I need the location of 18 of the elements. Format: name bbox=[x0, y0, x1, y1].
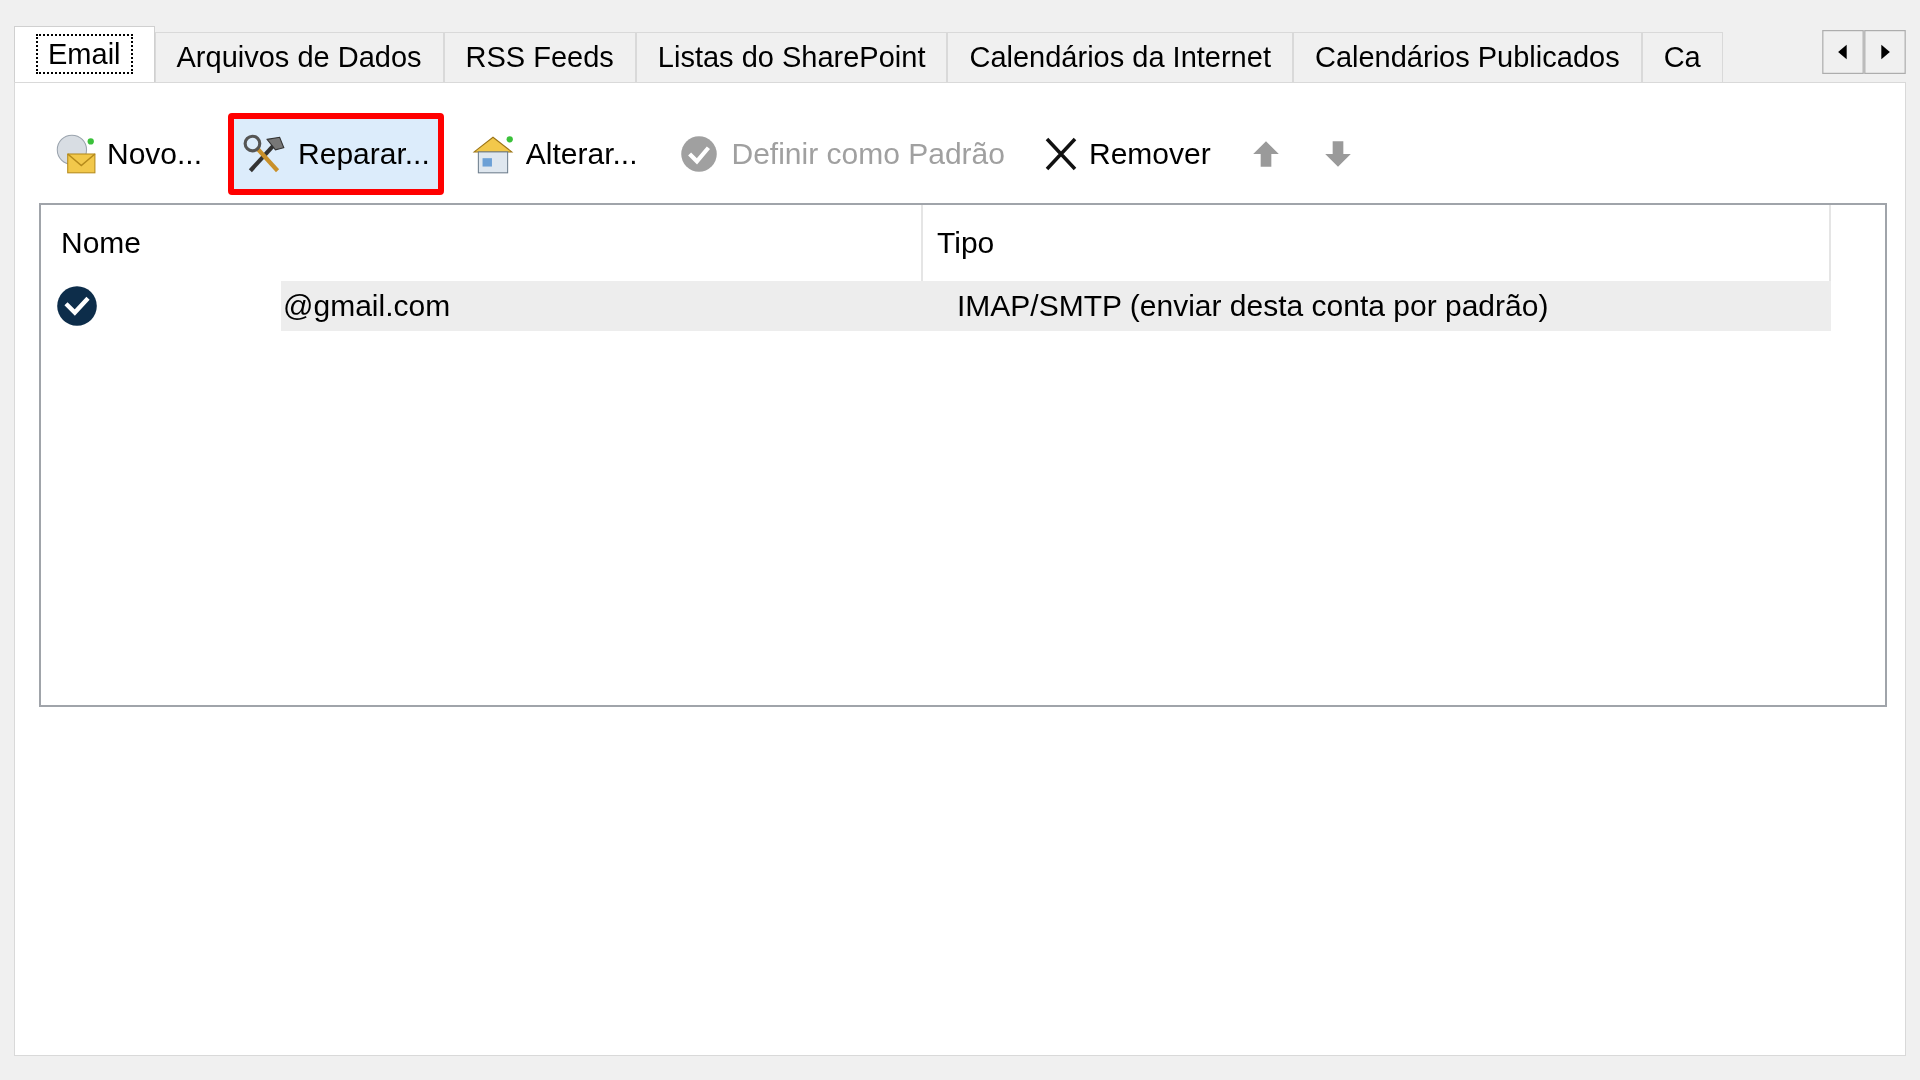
tab[interactable]: Calendários da Internet bbox=[947, 32, 1293, 82]
new-button[interactable]: Novo... bbox=[39, 115, 215, 193]
tab[interactable]: Calendários Publicados bbox=[1292, 32, 1642, 82]
tab[interactable]: Email bbox=[14, 26, 155, 82]
tab[interactable]: RSS Feeds bbox=[443, 32, 636, 82]
house-icon bbox=[469, 133, 516, 175]
scroll-left-icon[interactable] bbox=[1822, 30, 1864, 74]
account-check-icon bbox=[55, 284, 99, 328]
tab[interactable]: Listas do SharePoint bbox=[635, 32, 948, 82]
tab[interactable]: Ca bbox=[1641, 32, 1723, 82]
repair-button[interactable]: Reparar... bbox=[228, 113, 444, 195]
account-row[interactable]: @gmail.com IMAP/SMTP (enviar desta conta por padrão) bbox=[281, 281, 1831, 331]
table-cell-text: @gmail.com bbox=[282, 289, 452, 323]
table-cell-text: IMAP/SMTP (enviar desta conta por padrão) bbox=[956, 289, 1549, 323]
tab[interactable]: Arquivos de Dados bbox=[154, 32, 444, 82]
remove-button[interactable]: Remover bbox=[1030, 116, 1223, 192]
change-button[interactable]: Alterar... bbox=[457, 115, 650, 193]
scroll-right-icon[interactable] bbox=[1864, 30, 1906, 74]
